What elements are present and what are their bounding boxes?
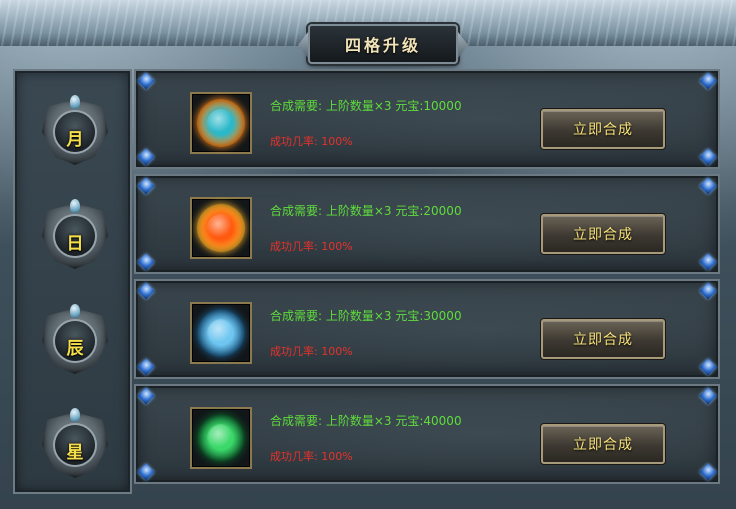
- success-rate-text: 成功几率: 100%: [270, 450, 353, 463]
- corner-gem-icon: [699, 358, 717, 376]
- corner-gem-icon: [137, 177, 155, 195]
- compose-now-button[interactable]: 立即合成: [541, 424, 665, 464]
- item-slot[interactable]: [190, 197, 252, 259]
- tab-label: 辰: [66, 338, 84, 359]
- upgrade-row: 合成需要: 上阶数量×3 元宝:20000 成功几率: 100% 立即合成: [134, 174, 720, 274]
- requirement-text: 合成需要: 上阶数量×3 元宝:10000: [270, 99, 462, 113]
- crystal-knob-icon: [70, 95, 80, 109]
- corner-gem-icon: [137, 282, 155, 300]
- tab-column: 月 日 辰 星: [13, 69, 132, 494]
- corner-gem-icon: [699, 148, 717, 166]
- orb-item-icon: [197, 309, 245, 357]
- compose-button-label: 立即合成: [573, 332, 633, 348]
- tab-label: 星: [66, 442, 84, 463]
- compose-button-label: 立即合成: [573, 437, 633, 453]
- corner-gem-icon: [699, 253, 717, 271]
- success-rate-text: 成功几率: 100%: [270, 240, 353, 253]
- compose-now-button[interactable]: 立即合成: [541, 319, 665, 359]
- title-plate: 四格升级: [308, 24, 458, 64]
- dialog-frame: 四格升级 月 日 辰 星 合成需要: 上阶数量×3 元宝:10000 成功几率:…: [0, 0, 736, 509]
- compose-now-button[interactable]: 立即合成: [541, 214, 665, 254]
- orb-item-icon: [197, 99, 245, 147]
- corner-gem-icon: [137, 463, 155, 481]
- upgrade-row: 合成需要: 上阶数量×3 元宝:30000 成功几率: 100% 立即合成: [134, 279, 720, 379]
- crystal-knob-icon: [70, 304, 80, 318]
- corner-gem-icon: [137, 253, 155, 271]
- corner-gem-icon: [699, 282, 717, 300]
- tab-ri[interactable]: 日: [42, 199, 108, 269]
- orb-item-icon: [197, 204, 245, 252]
- crystal-knob-icon: [70, 408, 80, 422]
- corner-gem-icon: [699, 387, 717, 405]
- requirement-text: 合成需要: 上阶数量×3 元宝:30000: [270, 309, 462, 323]
- corner-gem-icon: [137, 72, 155, 90]
- corner-gem-icon: [699, 463, 717, 481]
- compose-button-label: 立即合成: [573, 227, 633, 243]
- tab-yue[interactable]: 月: [42, 95, 108, 165]
- item-slot[interactable]: [190, 302, 252, 364]
- upgrade-row: 合成需要: 上阶数量×3 元宝:10000 成功几率: 100% 立即合成: [134, 69, 720, 169]
- item-slot[interactable]: [190, 407, 252, 469]
- tab-label: 月: [66, 129, 84, 150]
- tab-label: 日: [66, 233, 84, 254]
- corner-gem-icon: [137, 387, 155, 405]
- compose-now-button[interactable]: 立即合成: [541, 109, 665, 149]
- corner-gem-icon: [699, 177, 717, 195]
- crystal-knob-icon: [70, 199, 80, 213]
- item-slot[interactable]: [190, 92, 252, 154]
- corner-gem-icon: [137, 358, 155, 376]
- corner-gem-icon: [137, 148, 155, 166]
- corner-gem-icon: [699, 72, 717, 90]
- upgrade-row: 合成需要: 上阶数量×3 元宝:40000 成功几率: 100% 立即合成: [134, 384, 720, 484]
- tab-xing[interactable]: 星: [42, 408, 108, 478]
- success-rate-text: 成功几率: 100%: [270, 345, 353, 358]
- window-title: 四格升级: [344, 36, 421, 55]
- requirement-text: 合成需要: 上阶数量×3 元宝:20000: [270, 204, 462, 218]
- orb-item-icon: [197, 414, 245, 462]
- compose-button-label: 立即合成: [573, 122, 633, 138]
- tab-chen[interactable]: 辰: [42, 304, 108, 374]
- requirement-text: 合成需要: 上阶数量×3 元宝:40000: [270, 414, 462, 428]
- success-rate-text: 成功几率: 100%: [270, 135, 353, 148]
